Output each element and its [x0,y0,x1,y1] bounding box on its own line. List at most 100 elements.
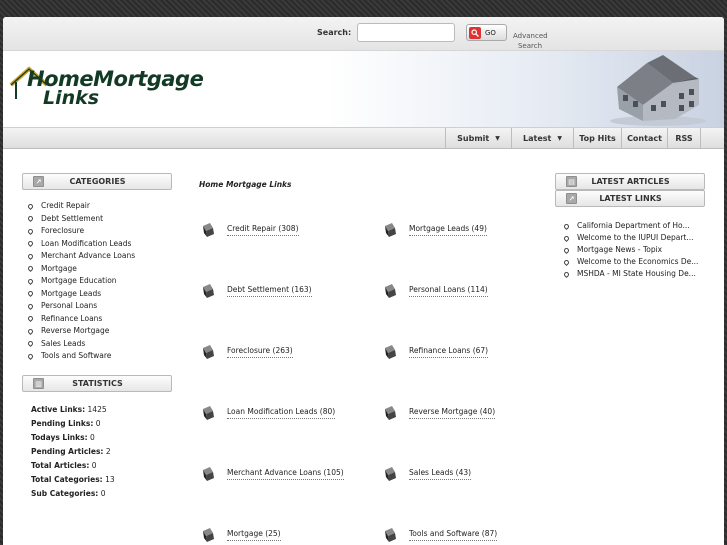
category-link-sales-leads[interactable]: Sales Leads (43) [383,466,472,482]
category-link-personal-loans[interactable]: Personal Loans (114) [383,283,488,299]
category-link-label: Personal Loans (114) [409,285,488,297]
category-link-debt-settlement[interactable]: Debt Settlement (163) [201,283,312,299]
nav-top-hits-label: Top Hits [579,134,616,143]
category-link-merchant-advance-loans[interactable]: Merchant Advance Loans (105) [201,466,344,482]
category-link-mortgage-leads[interactable]: Mortgage Leads (49) [383,222,487,238]
category-label: Mortgage Leads [41,288,102,298]
page-title: Home Mortgage Links [199,180,292,189]
category-link-label: Tools and Software (87) [409,529,498,541]
folder-icon [385,223,396,237]
nav-rss-label: RSS [675,134,693,143]
folder-icon [385,284,396,298]
go-button[interactable]: GO [466,24,507,41]
stat-row: Active Links: 1425 [31,403,115,417]
category-label: Debt Settlement [41,213,104,223]
category-item[interactable]: Loan Modification Leads [26,238,135,251]
logo-text-line2: Links [43,87,100,109]
search-label: Search: [317,28,352,37]
category-link-foreclosure[interactable]: Foreclosure (263) [201,344,293,360]
folder-icon [203,345,214,359]
category-item[interactable]: Sales Leads [26,338,135,351]
bullet-icon [26,352,35,360]
nav-latest-label: Latest [523,134,552,143]
folder-icon [385,528,396,542]
category-link-refinance-loans[interactable]: Refinance Loans (67) [383,344,489,360]
category-item[interactable]: Foreclosure [26,225,135,238]
go-label: GO [485,28,496,37]
bullet-icon [562,258,571,266]
latest-link-item[interactable]: Mortgage News - Topix [562,244,698,256]
category-link-credit-repair[interactable]: Credit Repair (308) [201,222,299,238]
category-item[interactable]: Debt Settlement [26,213,135,226]
stat-value: 13 [105,475,115,484]
category-item[interactable]: Mortgage [26,263,135,276]
bullet-icon [26,215,35,223]
category-link-label: Loan Modification Leads (80) [227,407,336,419]
latest-links-header[interactable]: ↗ LATEST LINKS [555,190,705,207]
stat-label: Pending Articles: [31,447,104,456]
bullet-icon [562,222,571,230]
stat-label: Active Links: [31,405,86,414]
category-label: Mortgage [41,263,77,273]
folder-icon [385,467,396,481]
category-item[interactable]: Personal Loans [26,300,135,313]
category-item[interactable]: Merchant Advance Loans [26,250,136,263]
advanced-search-link[interactable]: Advanced Search [513,31,548,51]
arrow-icon: ↗ [566,193,577,204]
latest-link-item[interactable]: California Department of Ho... [562,220,698,232]
category-label: Mortgage Education [41,276,117,285]
statistics-title: STATISTICS [72,379,123,388]
nav-contact-label: Contact [627,134,662,143]
latest-link-item[interactable]: Welcome to the IUPUI Depart... [562,232,698,244]
page: Search: GO Advanced Search HomeMortgage … [3,17,724,545]
nav-contact[interactable]: Contact [621,128,667,149]
category-label: Sales Leads [41,338,86,348]
category-link-mortgage[interactable]: Mortgage (25) [201,527,281,543]
stat-value: 0 [95,419,101,428]
stat-label: Total Categories: [31,475,103,484]
category-item[interactable]: Credit Repair [26,200,135,213]
latest-link-item[interactable]: Welcome to the Economics De... [562,256,698,268]
category-label: Credit Repair [41,201,90,210]
stat-value: 0 [91,461,97,470]
stat-row: Sub Categories: 0 [31,487,115,501]
category-item[interactable]: Mortgage Education [26,275,135,288]
site-logo[interactable]: HomeMortgage Links [9,61,214,111]
category-item[interactable]: Tools and Software [26,350,135,363]
folder-icon [203,467,214,481]
bullet-icon [26,290,35,298]
nav-rss[interactable]: RSS [667,128,701,149]
category-label: Foreclosure [41,226,85,235]
bullet-icon [26,202,35,210]
statistics-header: ▥ STATISTICS [22,375,172,392]
latest-articles-header[interactable]: ▤ LATEST ARTICLES [555,173,705,190]
advanced-search-line2: Search [517,42,543,50]
category-item[interactable]: Reverse Mortgage [26,325,135,338]
category-link-label: Foreclosure (263) [227,346,293,358]
nav-submit[interactable]: Submit ▼ [445,128,511,149]
category-link-tools-and-software[interactable]: Tools and Software (87) [383,527,498,543]
statistics-list: Active Links: 1425 Pending Links: 0 Toda… [31,403,115,501]
category-item[interactable]: Refinance Loans [26,313,135,326]
stat-label: Pending Links: [31,419,94,428]
category-link-label: Sales Leads (43) [409,468,472,480]
category-link-label: Merchant Advance Loans (105) [227,468,344,480]
search-input[interactable] [357,23,455,42]
latest-link-item[interactable]: MSHDA - MI State Housing De... [562,268,698,280]
latest-articles-title: LATEST ARTICLES [591,177,670,186]
search-icon [469,26,481,39]
nav-latest[interactable]: Latest ▼ [511,128,573,149]
bullet-icon [26,340,35,348]
category-link-reverse-mortgage[interactable]: Reverse Mortgage (40) [383,405,496,421]
nav-top-hits[interactable]: Top Hits [573,128,621,149]
category-label: Merchant Advance Loans [41,251,136,260]
category-link-loan-modification-leads[interactable]: Loan Modification Leads (80) [201,405,336,421]
site-header: HomeMortgage Links [3,51,724,127]
category-item[interactable]: Mortgage Leads [26,288,135,301]
stat-value: 0 [100,489,106,498]
bullet-icon [26,265,35,273]
stat-value: 1425 [87,405,107,414]
folder-icon [385,345,396,359]
advanced-search-line1: Advanced [513,32,548,40]
category-link-label: Mortgage (25) [227,529,281,541]
